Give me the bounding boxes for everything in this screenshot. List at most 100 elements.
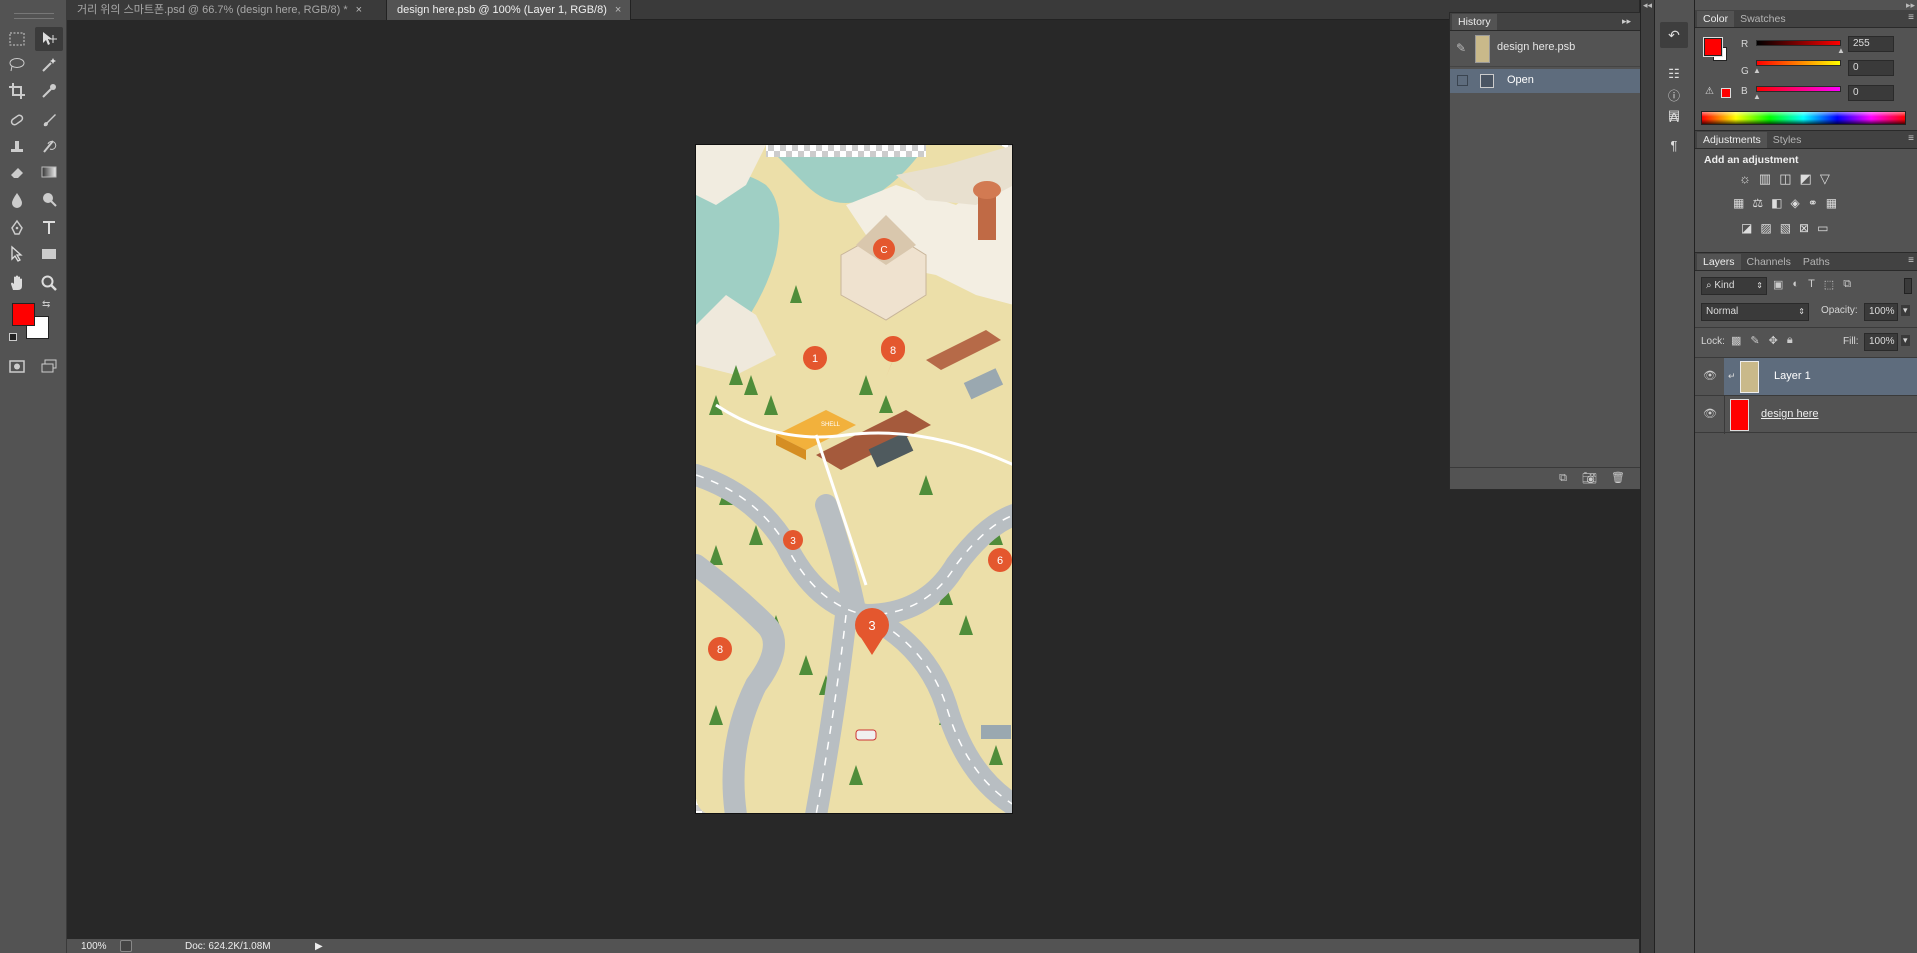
tab-history[interactable]: History — [1452, 14, 1497, 30]
quick-mask-icon[interactable] — [3, 354, 31, 378]
camera-icon[interactable]: 📷︎ — [1582, 471, 1597, 485]
lock-all-icon[interactable]: 🔒︎ — [1787, 334, 1793, 347]
r-value-field[interactable]: 255 — [1848, 36, 1894, 52]
character-panel-icon[interactable]: A — [1660, 106, 1688, 128]
channel-mixer-icon[interactable]: ⚭ — [1808, 196, 1818, 210]
panel-menu-icon[interactable]: ≡ — [1908, 12, 1914, 23]
layer-name[interactable]: design here — [1761, 408, 1819, 420]
slider-thumb[interactable]: ▲ — [1753, 66, 1761, 75]
layer-name[interactable]: Layer 1 — [1774, 370, 1811, 382]
posterize-icon[interactable]: ▨ — [1760, 221, 1771, 235]
blend-mode-select[interactable]: Normal ⇕ — [1701, 303, 1809, 321]
swap-colors-icon[interactable]: ⇆ — [42, 299, 50, 310]
lasso-tool-icon[interactable] — [3, 53, 31, 77]
properties-icon[interactable]: ☷ — [1660, 62, 1688, 86]
history-snapshot[interactable]: ✎ design here.psb — [1450, 31, 1653, 67]
gradient-icon[interactable]: ▽ — [1820, 171, 1830, 187]
b-value-field[interactable]: 0 — [1848, 85, 1894, 101]
slider-thumb[interactable]: ▲ — [1837, 46, 1845, 55]
g-slider[interactable] — [1756, 60, 1841, 66]
collapse-icon[interactable]: ▸▸ — [1622, 16, 1631, 27]
history-brush-source-icon[interactable]: ✎ — [1456, 41, 1466, 55]
path-selection-tool-icon[interactable] — [3, 242, 31, 266]
layer-row-design-here[interactable]: 👁︎ design here — [1695, 395, 1917, 434]
black-white-icon[interactable]: ◧ — [1771, 196, 1782, 210]
tab-channels[interactable]: Channels — [1741, 254, 1797, 270]
color-lookup-icon[interactable]: ▦ — [1826, 196, 1837, 210]
chevron-down-icon[interactable]: ▾ — [1901, 335, 1910, 346]
history-checkbox[interactable] — [1457, 75, 1468, 86]
eyedropper-tool-icon[interactable] — [35, 79, 63, 103]
tab-styles[interactable]: Styles — [1767, 132, 1808, 148]
vibrance-icon[interactable]: ▦ — [1733, 196, 1744, 210]
b-slider[interactable] — [1756, 86, 1841, 92]
pixel-filter-icon[interactable]: ▣ — [1773, 278, 1783, 291]
levels-icon[interactable]: ▥ — [1759, 171, 1771, 187]
gamut-warning-icon[interactable]: ⚠ — [1705, 86, 1714, 97]
opacity-field[interactable]: 100% — [1864, 303, 1898, 321]
lock-transparent-icon[interactable]: ▩ — [1731, 334, 1741, 347]
foreground-color-swatch[interactable] — [12, 303, 35, 326]
tab-paths[interactable]: Paths — [1797, 254, 1836, 270]
type-filter-icon[interactable]: T — [1808, 278, 1815, 291]
selective-color-icon[interactable]: ⊠ — [1799, 221, 1809, 235]
clone-stamp-tool-icon[interactable] — [3, 134, 31, 158]
type-tool-icon[interactable] — [35, 216, 63, 240]
shape-filter-icon[interactable]: ⬚ — [1824, 278, 1834, 291]
trash-icon[interactable]: 🗑︎ — [1611, 471, 1625, 484]
balance-icon[interactable]: ⚖ — [1752, 196, 1763, 210]
color-ramp[interactable] — [1701, 111, 1906, 125]
r-slider[interactable] — [1756, 40, 1841, 46]
hand-tool-icon[interactable] — [3, 271, 31, 295]
photo-filter-icon[interactable]: ◈ — [1790, 196, 1799, 210]
slider-thumb[interactable]: ▲ — [1753, 92, 1761, 101]
history-panel-icon[interactable]: ↶ — [1660, 22, 1688, 48]
eye-icon[interactable]: 👁︎ — [1703, 369, 1717, 382]
healing-brush-tool-icon[interactable] — [3, 108, 31, 132]
fill-field[interactable]: 100% — [1864, 333, 1898, 351]
move-tool-icon[interactable] — [35, 27, 63, 51]
fg-color-chip[interactable] — [1703, 37, 1723, 57]
paragraph-panel-icon[interactable]: ¶ — [1660, 134, 1688, 156]
filter-toggle[interactable] — [1904, 278, 1912, 294]
tab-adjustments[interactable]: Adjustments — [1697, 132, 1767, 148]
brightness-icon[interactable]: ☼ — [1739, 171, 1751, 187]
tab-layers[interactable]: Layers — [1697, 254, 1741, 270]
curves-icon[interactable]: ◫ — [1779, 171, 1791, 187]
gradient-tool-icon[interactable] — [35, 160, 63, 184]
layer-filter-select[interactable]: ⌕ Kind ⇕ — [1701, 277, 1767, 295]
tab-document-2[interactable]: design here.psb @ 100% (Layer 1, RGB/8) … — [387, 0, 631, 20]
invert-icon[interactable]: ◪ — [1741, 221, 1752, 235]
layer-row-layer1[interactable]: 👁︎ ↵ Layer 1 — [1695, 357, 1917, 396]
tab-swatches[interactable]: Swatches — [1734, 11, 1792, 27]
status-info-icon[interactable] — [120, 940, 132, 952]
zoom-tool-icon[interactable] — [35, 271, 63, 295]
close-icon[interactable]: × — [356, 0, 362, 20]
rectangle-tool-icon[interactable] — [35, 242, 63, 266]
chevron-down-icon[interactable]: ▾ — [1901, 305, 1910, 316]
zoom-level[interactable]: 100% — [81, 941, 107, 952]
eraser-tool-icon[interactable] — [3, 160, 31, 184]
dock-divider[interactable]: ◂◂ — [1640, 0, 1654, 953]
panel-menu-icon[interactable]: ≡ — [1908, 133, 1914, 144]
magic-wand-tool-icon[interactable] — [35, 53, 63, 77]
dodge-tool-icon[interactable] — [35, 188, 63, 212]
eye-icon[interactable]: 👁︎ — [1703, 407, 1717, 420]
close-icon[interactable]: × — [615, 0, 621, 20]
blur-tool-icon[interactable] — [3, 188, 31, 212]
g-value-field[interactable]: 0 — [1848, 60, 1894, 76]
lock-pixels-icon[interactable]: ✎ — [1750, 334, 1759, 347]
tab-color[interactable]: Color — [1697, 11, 1735, 27]
screen-mode-icon[interactable] — [35, 354, 63, 378]
crop-tool-icon[interactable] — [3, 79, 31, 103]
panel-grip[interactable] — [14, 13, 54, 19]
lock-position-icon[interactable]: ✥ — [1769, 334, 1778, 347]
new-document-from-state-icon[interactable]: ⧉ — [1559, 472, 1567, 485]
panel-menu-icon[interactable]: ≡ — [1908, 255, 1914, 266]
history-brush-tool-icon[interactable] — [35, 134, 63, 158]
default-colors-icon[interactable] — [9, 333, 17, 341]
document-canvas[interactable]: 1 8 3 6 3 8 C SHELL — [695, 144, 1013, 814]
status-menu-arrow-icon[interactable]: ▶ — [315, 941, 323, 952]
tab-document-1[interactable]: 거리 위의 스마트폰.psd @ 66.7% (design here, RGB… — [67, 0, 387, 20]
web-safe-color-chip[interactable] — [1721, 88, 1731, 98]
